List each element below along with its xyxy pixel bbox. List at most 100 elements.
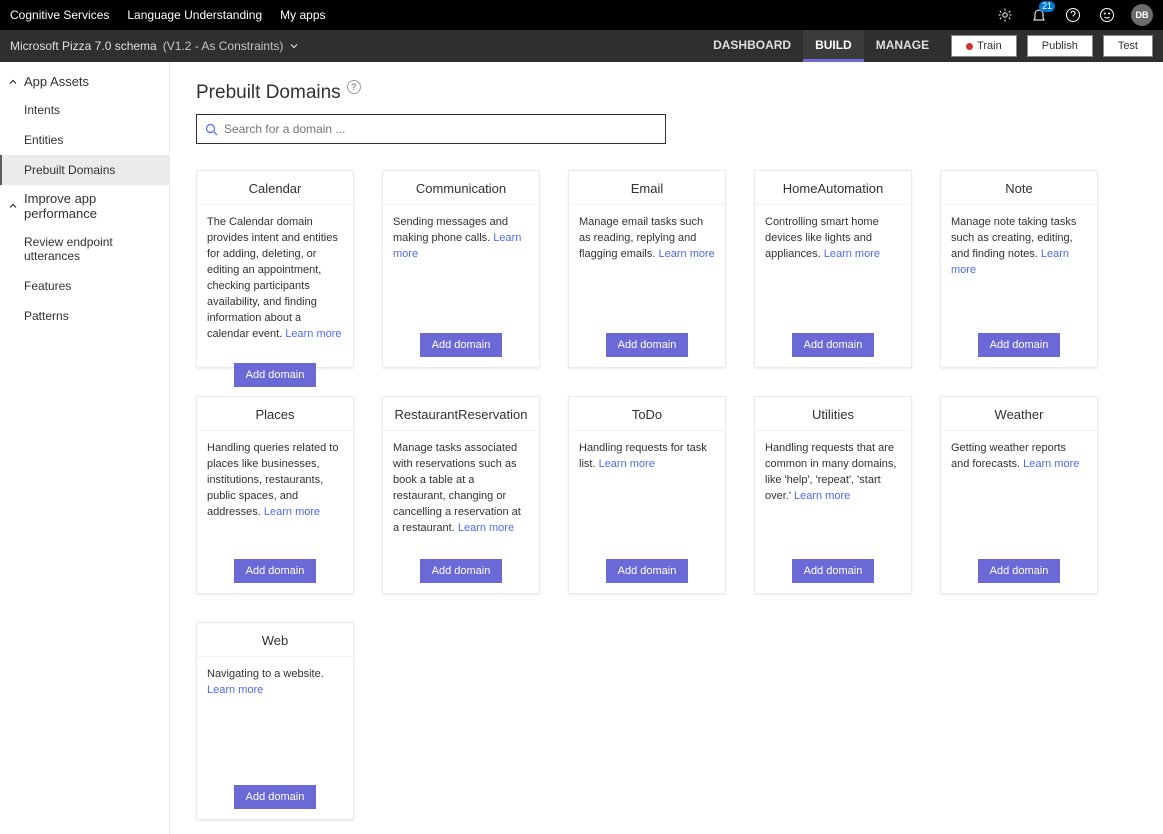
add-domain-button[interactable]: Add domain xyxy=(234,559,317,583)
page-title: Prebuilt Domains xyxy=(196,82,341,104)
sidebar-item-entities[interactable]: Entities xyxy=(0,125,169,155)
sidebar-group-improve[interactable]: Improve app performance xyxy=(0,185,169,227)
domain-card-title: Calendar xyxy=(197,171,353,205)
domain-card-footer: Add domain xyxy=(383,323,539,367)
add-domain-button[interactable]: Add domain xyxy=(420,559,503,583)
learn-more-link[interactable]: Learn more xyxy=(794,490,850,502)
sidebar-item-patterns[interactable]: Patterns xyxy=(0,301,169,331)
add-domain-button[interactable]: Add domain xyxy=(978,559,1061,583)
train-status-dot xyxy=(966,43,973,50)
chevron-up-icon xyxy=(8,77,18,87)
add-domain-button[interactable]: Add domain xyxy=(978,333,1061,357)
learn-more-link[interactable]: Learn more xyxy=(659,248,715,260)
tab-manage[interactable]: MANAGE xyxy=(864,30,941,62)
domain-card-title: Weather xyxy=(941,397,1097,431)
learn-more-link[interactable]: Learn more xyxy=(285,328,341,340)
domain-card-description: Getting weather reports and forecasts. L… xyxy=(941,431,1097,549)
add-domain-button[interactable]: Add domain xyxy=(234,363,317,387)
learn-more-link[interactable]: Learn more xyxy=(207,684,263,696)
search-box[interactable] xyxy=(196,114,666,144)
settings-icon[interactable] xyxy=(995,5,1015,25)
page-help-icon[interactable]: ? xyxy=(347,80,361,94)
learn-more-link[interactable]: Learn more xyxy=(458,522,514,534)
domain-card-description: Handling requests that are common in man… xyxy=(755,431,911,549)
learn-more-link[interactable]: Learn more xyxy=(393,232,521,260)
search-icon xyxy=(205,123,218,136)
learn-more-link[interactable]: Learn more xyxy=(264,506,320,518)
domain-card-title: HomeAutomation xyxy=(755,171,911,205)
domain-card-description: The Calendar domain provides intent and … xyxy=(197,205,353,353)
domain-card-description: Sending messages and making phone calls.… xyxy=(383,205,539,323)
add-domain-button[interactable]: Add domain xyxy=(234,785,317,809)
subheader-right: DASHBOARD BUILD MANAGE Train Publish Tes… xyxy=(701,30,1153,62)
domain-card: WeatherGetting weather reports and forec… xyxy=(940,396,1098,594)
breadcrumb-cognitive-services[interactable]: Cognitive Services xyxy=(10,8,109,22)
domain-card-footer: Add domain xyxy=(197,775,353,819)
notifications-icon[interactable]: 21 xyxy=(1029,5,1049,25)
domain-card: WebNavigating to a website. Learn moreAd… xyxy=(196,622,354,820)
domain-card-title: Note xyxy=(941,171,1097,205)
domain-card-title: RestaurantReservation xyxy=(383,397,539,431)
sidebar-group-label: Improve app performance xyxy=(24,191,159,221)
domain-card-description: Controlling smart home devices like ligh… xyxy=(755,205,911,323)
learn-more-link[interactable]: Learn more xyxy=(824,248,880,260)
domain-card-footer: Add domain xyxy=(197,353,353,397)
sidebar-item-features[interactable]: Features xyxy=(0,271,169,301)
add-domain-button[interactable]: Add domain xyxy=(792,559,875,583)
sidebar-item-prebuilt-domains[interactable]: Prebuilt Domains xyxy=(0,155,169,185)
domain-card-description: Handling queries related to places like … xyxy=(197,431,353,549)
learn-more-link[interactable]: Learn more xyxy=(599,458,655,470)
avatar[interactable]: DB xyxy=(1131,4,1153,26)
sidebar: App Assets Intents Entities Prebuilt Dom… xyxy=(0,62,170,834)
main: App Assets Intents Entities Prebuilt Dom… xyxy=(0,62,1163,834)
sidebar-item-review-utterances[interactable]: Review endpoint utterances xyxy=(0,227,169,271)
domain-card: PlacesHandling queries related to places… xyxy=(196,396,354,594)
tab-build[interactable]: BUILD xyxy=(803,30,864,62)
notification-badge: 21 xyxy=(1039,1,1055,12)
topbar-links: Cognitive Services Language Understandin… xyxy=(10,8,326,22)
learn-more-link[interactable]: Learn more xyxy=(1023,458,1079,470)
domain-card-title: Utilities xyxy=(755,397,911,431)
domain-card-footer: Add domain xyxy=(755,549,911,593)
test-button[interactable]: Test xyxy=(1103,35,1153,57)
domain-card: EmailManage email tasks such as reading,… xyxy=(568,170,726,368)
publish-button[interactable]: Publish xyxy=(1027,35,1093,57)
domain-card-description: Manage note taking tasks such as creatin… xyxy=(941,205,1097,323)
help-icon[interactable] xyxy=(1063,5,1083,25)
tab-dashboard[interactable]: DASHBOARD xyxy=(701,30,803,62)
breadcrumb-my-apps[interactable]: My apps xyxy=(280,8,325,22)
subheader: Microsoft Pizza 7.0 schema (V1.2 - As Co… xyxy=(0,30,1163,62)
domain-card: RestaurantReservationManage tasks associ… xyxy=(382,396,540,594)
add-domain-button[interactable]: Add domain xyxy=(606,333,689,357)
domain-card-title: ToDo xyxy=(569,397,725,431)
topbar: Cognitive Services Language Understandin… xyxy=(0,0,1163,30)
learn-more-link[interactable]: Learn more xyxy=(951,248,1069,276)
domain-card-footer: Add domain xyxy=(197,549,353,593)
domain-card-footer: Add domain xyxy=(941,549,1097,593)
domain-card-description: Handling requests for task list. Learn m… xyxy=(569,431,725,549)
domain-card: ToDoHandling requests for task list. Lea… xyxy=(568,396,726,594)
add-domain-button[interactable]: Add domain xyxy=(792,333,875,357)
add-domain-button[interactable]: Add domain xyxy=(420,333,503,357)
domain-card-title: Communication xyxy=(383,171,539,205)
domain-card: HomeAutomationControlling smart home dev… xyxy=(754,170,912,368)
feedback-icon[interactable] xyxy=(1097,5,1117,25)
top-tabs: DASHBOARD BUILD MANAGE xyxy=(701,30,941,62)
search-input[interactable] xyxy=(224,122,657,136)
train-button[interactable]: Train xyxy=(951,35,1017,57)
app-version: (V1.2 - As Constraints) xyxy=(163,39,284,53)
sidebar-group-app-assets[interactable]: App Assets xyxy=(0,68,169,95)
domain-card-title: Web xyxy=(197,623,353,657)
content: Prebuilt Domains ? CalendarThe Calendar … xyxy=(170,62,1163,834)
breadcrumb-language-understanding[interactable]: Language Understanding xyxy=(127,8,262,22)
add-domain-button[interactable]: Add domain xyxy=(606,559,689,583)
chevron-down-icon xyxy=(289,41,299,51)
cards-grid: CalendarThe Calendar domain provides int… xyxy=(196,170,1137,820)
app-switcher[interactable]: Microsoft Pizza 7.0 schema (V1.2 - As Co… xyxy=(10,39,299,53)
sidebar-item-intents[interactable]: Intents xyxy=(0,95,169,125)
domain-card-title: Places xyxy=(197,397,353,431)
domain-card-footer: Add domain xyxy=(941,323,1097,367)
domain-card-footer: Add domain xyxy=(383,549,539,593)
domain-card-title: Email xyxy=(569,171,725,205)
sidebar-group-label: App Assets xyxy=(24,74,89,89)
